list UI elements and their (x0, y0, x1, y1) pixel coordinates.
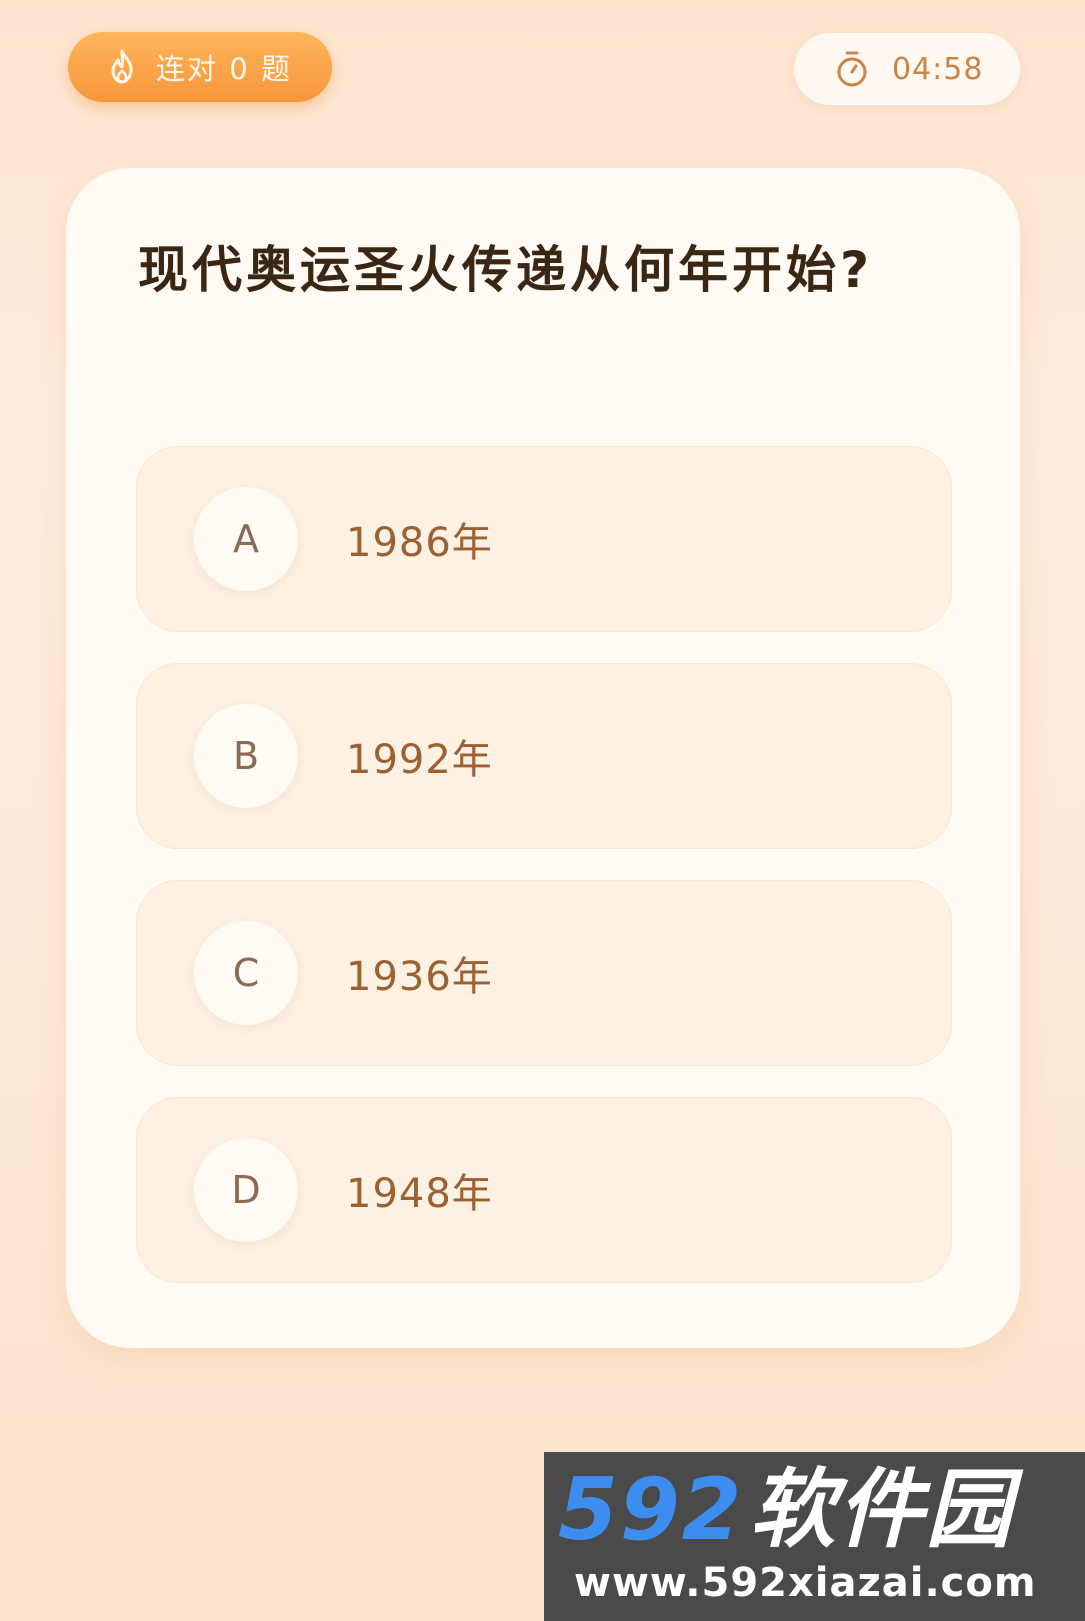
option-letter: B (194, 704, 298, 808)
countdown-timer: 04:58 (794, 33, 1020, 105)
option-a[interactable]: A 1986年 (136, 446, 952, 632)
timer-value: 04:58 (892, 51, 984, 87)
option-letter: C (194, 921, 298, 1025)
streak-counter: 连对 0 题 (68, 32, 332, 102)
option-c[interactable]: C 1936年 (136, 880, 952, 1066)
answer-options: A 1986年 B 1992年 C 1936年 D 1948年 (136, 446, 952, 1314)
watermark-brand: 592软件园 (558, 1460, 1014, 1560)
stopwatch-icon (834, 50, 870, 88)
option-d[interactable]: D 1948年 (136, 1097, 952, 1283)
option-text: 1936年 (346, 954, 493, 1000)
question-card: 现代奥运圣火传递从何年开始? A 1986年 B 1992年 C 1936年 D… (66, 168, 1020, 1348)
option-letter: A (194, 487, 298, 591)
flame-icon (106, 49, 138, 85)
question-text: 现代奥运圣火传递从何年开始? (138, 241, 874, 299)
option-letter: D (194, 1138, 298, 1242)
streak-label: 连对 0 题 (156, 52, 292, 86)
option-text: 1948年 (346, 1171, 493, 1217)
option-b[interactable]: B 1992年 (136, 663, 952, 849)
watermark-name: 软件园 (749, 1460, 1014, 1560)
option-text: 1986年 (346, 520, 493, 566)
option-text: 1992年 (346, 737, 493, 783)
watermark-logo: 592软件园 www.592xiazai.com (544, 1452, 1085, 1621)
watermark-number: 592 (558, 1460, 744, 1560)
watermark-url: www.592xiazai.com (574, 1560, 1037, 1606)
